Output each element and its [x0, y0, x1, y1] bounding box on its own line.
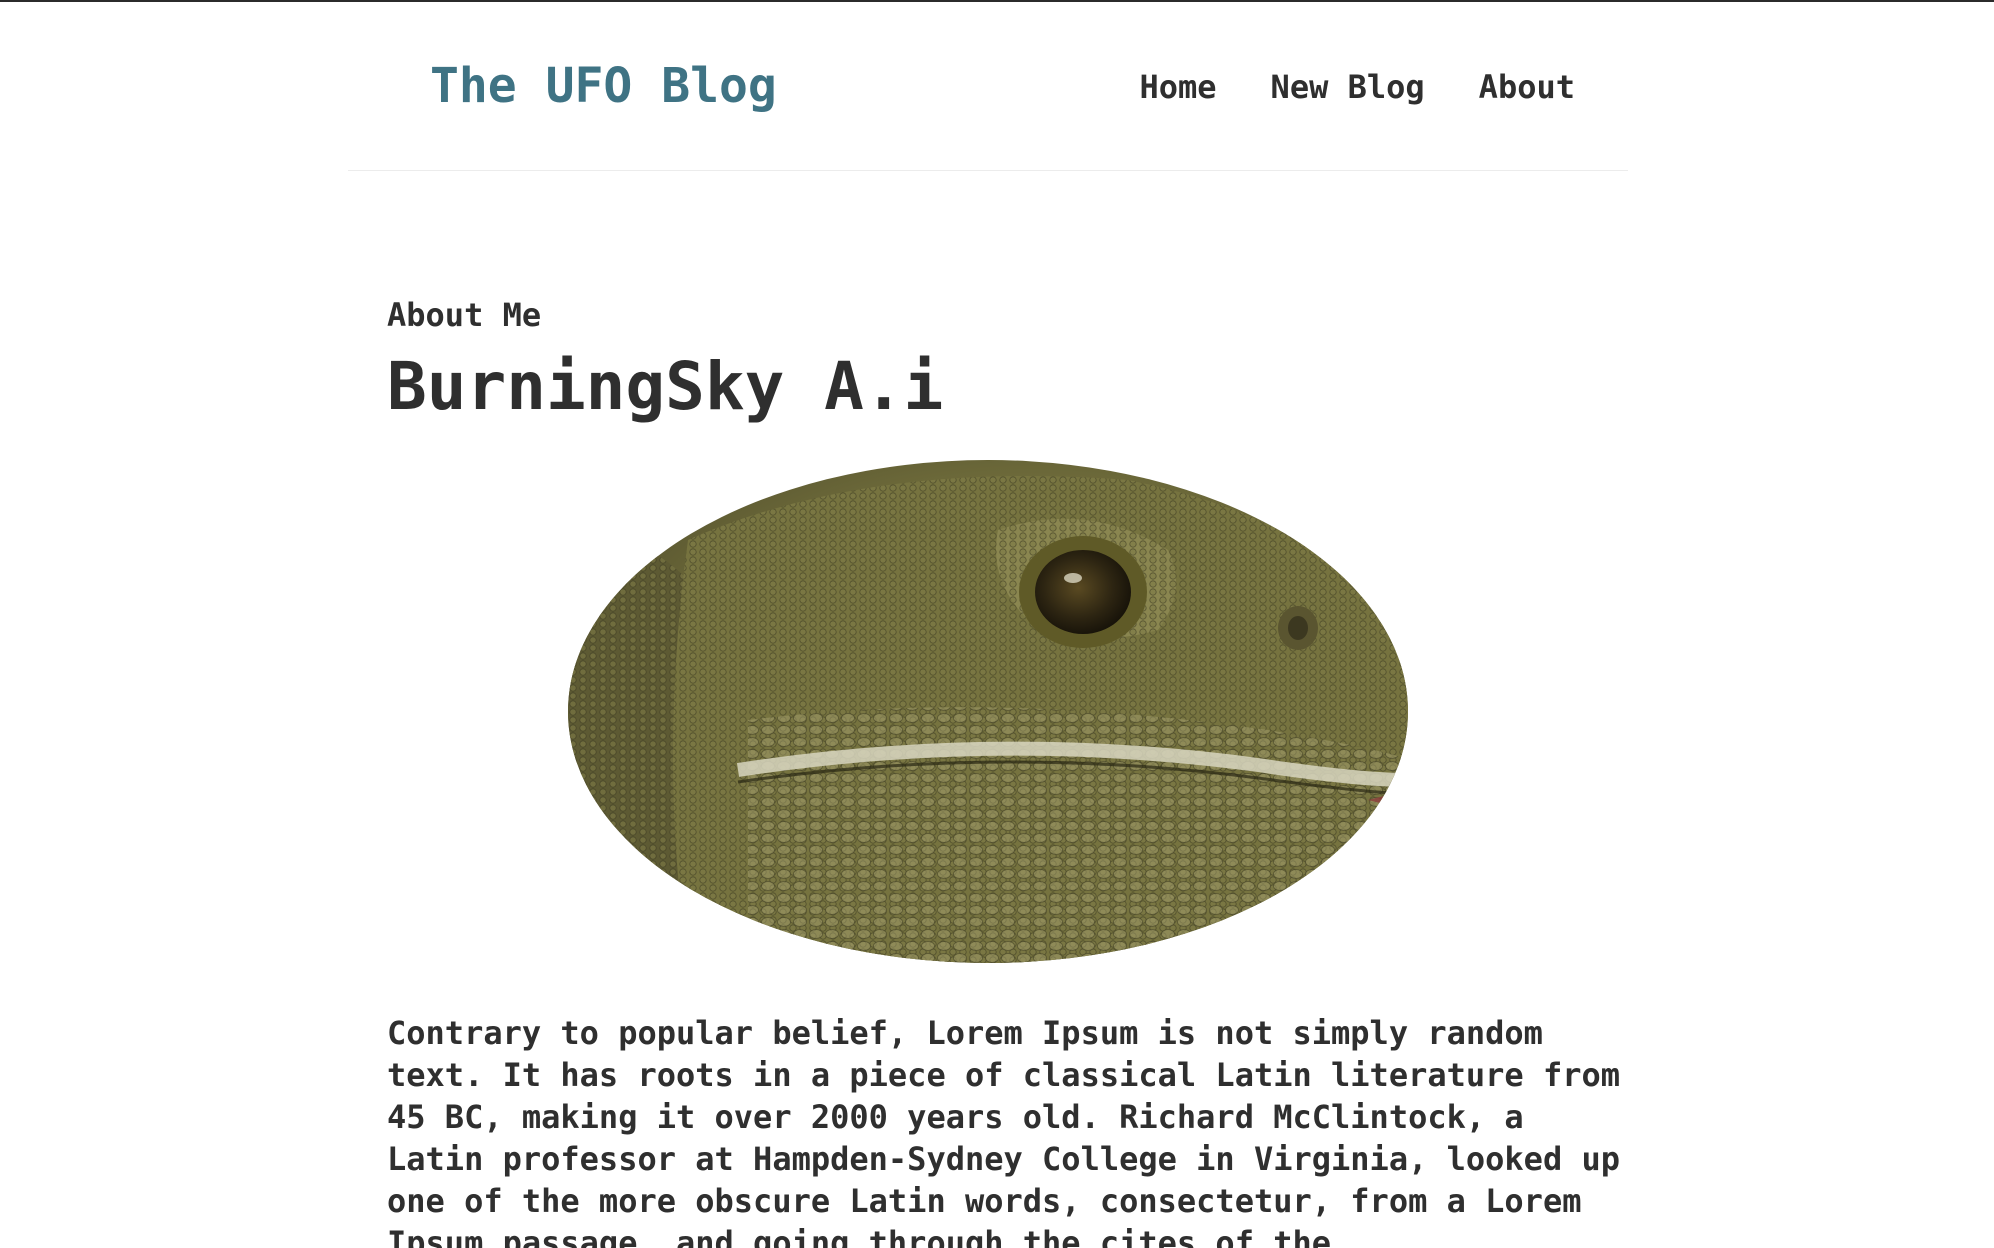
- main-nav: Home New Blog About: [1139, 68, 1575, 106]
- section-eyebrow: About Me: [387, 296, 542, 334]
- profile-image: [568, 460, 1408, 963]
- about-section: About Me BurningSky A.i: [387, 292, 1587, 432]
- page-title: BurningSky A.i: [387, 348, 944, 425]
- site-header: The UFO Blog Home New Blog About: [348, 2, 1628, 171]
- nav-about[interactable]: About: [1479, 68, 1575, 106]
- nav-new-blog[interactable]: New Blog: [1271, 68, 1425, 106]
- site-logo-link[interactable]: The UFO Blog: [430, 58, 777, 114]
- about-paragraph: Contrary to popular belief, Lorem Ipsum …: [387, 1014, 1620, 1248]
- nav-home[interactable]: Home: [1139, 68, 1216, 106]
